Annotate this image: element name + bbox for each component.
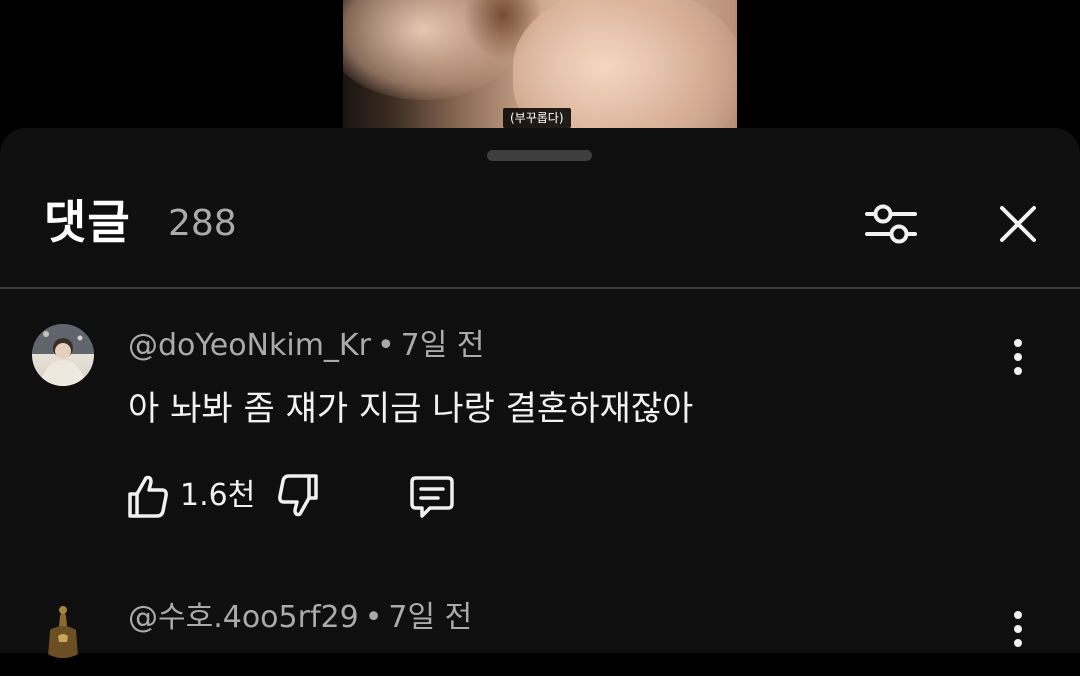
thumbs-up-icon xyxy=(128,475,168,518)
close-button[interactable] xyxy=(988,194,1048,254)
header-divider xyxy=(0,287,1080,289)
comments-title: 댓글 xyxy=(44,195,131,249)
drag-handle[interactable] xyxy=(487,150,592,161)
dislike-button[interactable] xyxy=(276,472,320,520)
sliders-icon xyxy=(865,204,917,244)
dot-icon xyxy=(1014,625,1022,633)
video-player[interactable]: (부꾸롭다) xyxy=(0,0,1080,128)
dot-icon xyxy=(1014,353,1022,361)
more-options-button[interactable] xyxy=(998,332,1038,382)
comment-item: @수호.4oo5rf29 • 7일 전 xyxy=(0,596,1080,676)
reply-button[interactable] xyxy=(408,472,456,520)
dot-icon xyxy=(1014,367,1022,375)
filter-button[interactable] xyxy=(856,194,926,254)
avatar[interactable] xyxy=(32,324,94,386)
comment-author[interactable]: @수호.4oo5rf29 xyxy=(128,600,359,635)
avatar[interactable] xyxy=(32,596,94,658)
comment-time: 7일 전 xyxy=(388,600,473,635)
like-button[interactable] xyxy=(126,472,170,520)
thumbs-down-icon xyxy=(278,474,318,517)
comments-sheet: 댓글 288 @doYeoNkim_Kr • 7일 전 아 놔봐 좀 쟤가 지금… xyxy=(0,128,1080,658)
dot-icon xyxy=(1014,611,1022,619)
comment-meta: @수호.4oo5rf29 • 7일 전 xyxy=(128,598,472,638)
comment-actions: 1.6천 xyxy=(126,472,486,520)
dot-icon xyxy=(1014,339,1022,347)
comment-item: @doYeoNkim_Kr • 7일 전 아 놔봐 좀 쟤가 지금 나랑 결혼하재잖… xyxy=(0,324,1080,554)
comment-time: 7일 전 xyxy=(400,328,485,363)
video-caption: (부꾸롭다) xyxy=(503,108,571,128)
comments-count: 288 xyxy=(168,203,237,244)
reply-comment-icon xyxy=(410,476,454,518)
close-icon xyxy=(1000,206,1036,242)
comment-meta: @doYeoNkim_Kr • 7일 전 xyxy=(128,326,484,366)
dot-icon xyxy=(1014,639,1022,647)
like-count: 1.6천 xyxy=(180,478,256,513)
comment-author[interactable]: @doYeoNkim_Kr xyxy=(128,328,371,363)
comment-text: 아 놔봐 좀 쟤가 지금 나랑 결혼하재잖아 xyxy=(128,389,694,429)
more-options-button[interactable] xyxy=(998,604,1038,654)
meta-separator: • xyxy=(364,600,383,635)
meta-separator: • xyxy=(376,328,395,363)
